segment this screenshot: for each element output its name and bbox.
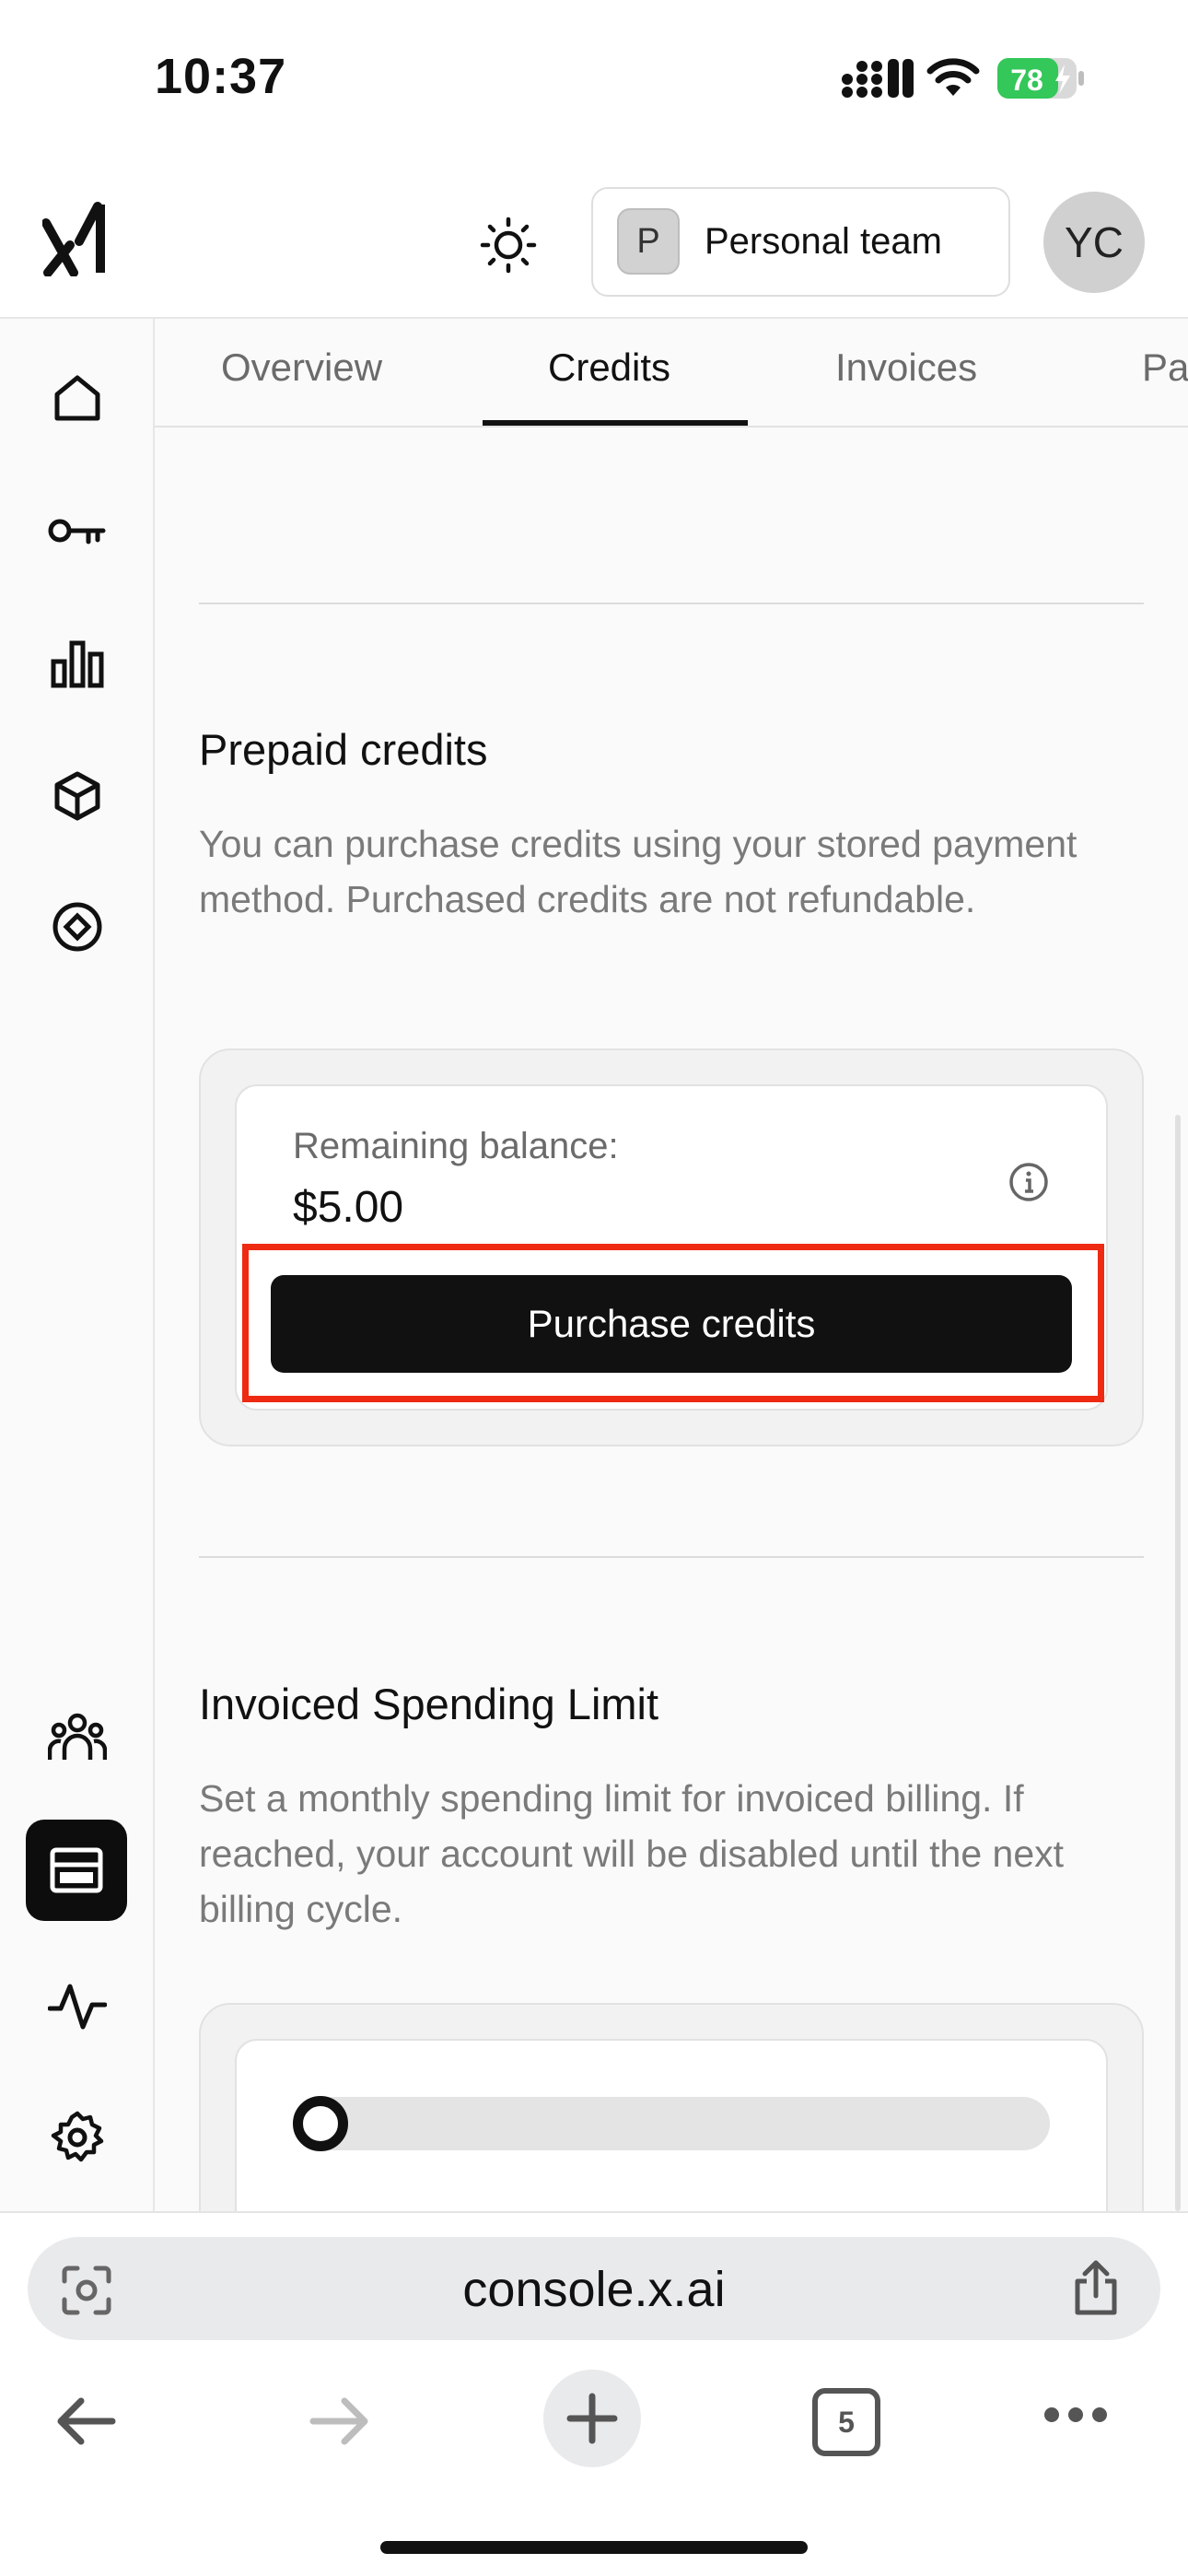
tab-invoices[interactable]: Invoices [835,345,977,390]
bar-chart-icon [51,640,104,688]
plus-icon [566,2393,618,2444]
tab-credits[interactable]: Credits [548,345,670,390]
spending-limit-slider-track[interactable] [293,2097,1050,2150]
sidebar-item-explore[interactable] [41,890,114,964]
home-indicator [380,2541,808,2554]
billing-icon [50,1847,103,1893]
more-options-icon[interactable] [1042,2405,1109,2425]
team-badge: P [617,208,680,275]
invoiced-limit-title: Invoiced Spending Limit [199,1680,659,1728]
remaining-balance-value: $5.00 [293,1183,404,1232]
sidebar-item-api-keys[interactable] [41,494,114,568]
battery-icon: 78 [997,58,1084,99]
url-text[interactable]: console.x.ai [0,2261,1188,2318]
prepaid-credits-description: You can purchase credits using your stor… [199,823,1077,920]
theme-toggle-sun-icon[interactable] [479,216,538,275]
sidebar-item-activity[interactable] [41,1970,114,2043]
info-icon[interactable] [1007,1161,1050,1203]
section-divider [199,1556,1144,1558]
new-tab-button[interactable] [543,2370,641,2467]
cube-icon [54,771,100,821]
scrollbar[interactable] [1175,1115,1181,2211]
invoiced-limit-description: Set a monthly spending limit for invoice… [199,1777,1065,1930]
home-icon [54,375,100,421]
purchase-credits-button[interactable]: Purchase credits [271,1275,1072,1373]
activity-icon [48,1984,107,2030]
active-tab-underline [483,420,748,426]
remaining-balance-label: Remaining balance: [293,1126,619,1166]
share-icon[interactable] [1068,2259,1124,2318]
sidebar-item-usage[interactable] [41,626,114,700]
sidebar-item-home[interactable] [41,361,114,435]
status-time: 10:37 [155,49,287,104]
xai-logo-icon[interactable] [42,201,112,276]
target-icon [52,902,102,952]
back-arrow-icon[interactable] [52,2386,122,2456]
section-divider [199,603,1144,604]
svg-text:78: 78 [1010,64,1043,97]
sidebar-item-team[interactable] [41,1701,114,1774]
sidebar [0,319,155,2211]
team-icon [48,1713,107,1760]
settings-icon [51,2111,104,2162]
user-avatar[interactable]: YC [1043,192,1145,293]
tab-overview[interactable]: Overview [221,345,382,390]
forward-arrow-icon[interactable] [304,2386,374,2456]
wifi-icon [926,58,980,96]
lens-icon[interactable] [59,2263,114,2318]
spending-limit-slider-thumb[interactable] [293,2096,348,2151]
tab-payment[interactable]: Pa [1142,345,1188,390]
key-icon [48,519,106,544]
tab-switcher-button[interactable]: 5 [812,2388,880,2456]
sidebar-item-billing-icon-wrap [40,1833,113,1907]
sidebar-item-models[interactable] [41,759,114,833]
prepaid-credits-title: Prepaid credits [199,725,488,774]
team-name: Personal team [705,221,942,262]
cellular-signal-icon [842,59,914,98]
sidebar-item-settings[interactable] [41,2101,114,2174]
